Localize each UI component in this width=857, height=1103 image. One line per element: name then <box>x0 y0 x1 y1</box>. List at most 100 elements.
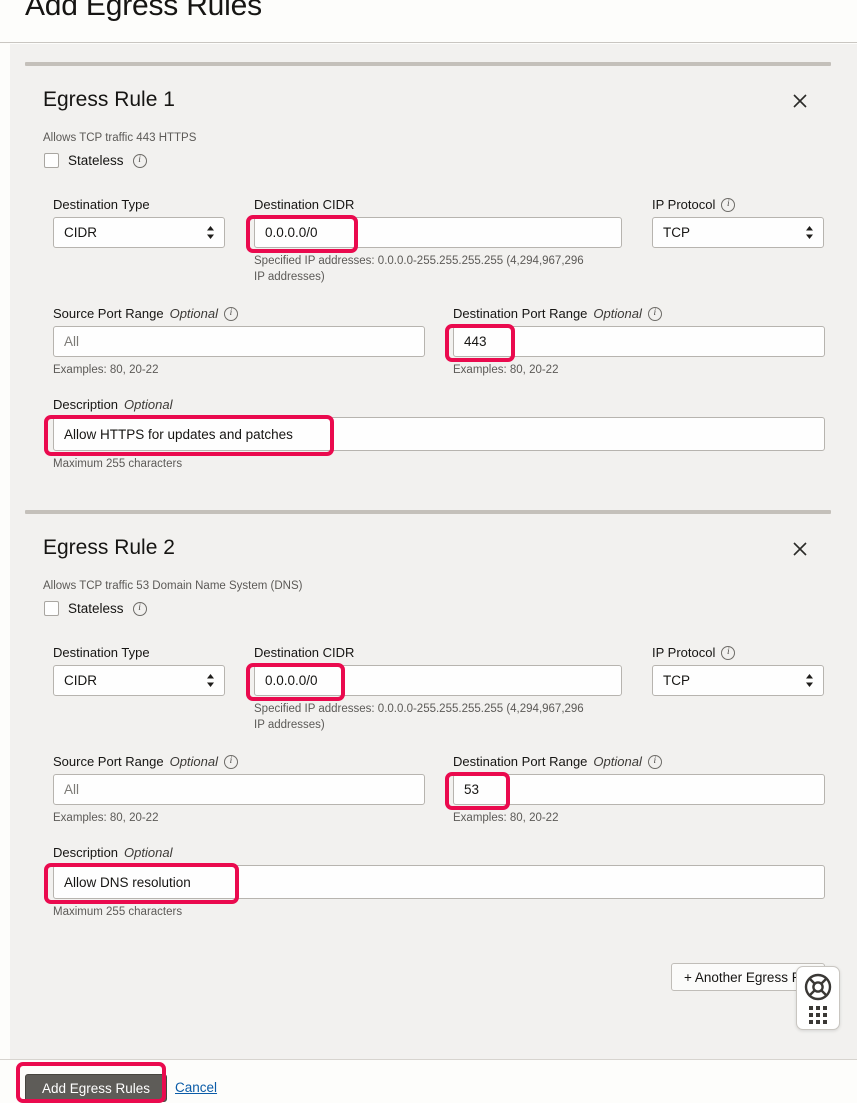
ip-protocol-info-icon-2[interactable]: i <box>721 645 736 660</box>
source-port-range-info-icon-1[interactable]: i <box>224 306 238 321</box>
stateless-checkbox-1[interactable] <box>44 153 59 168</box>
app-grid-icon <box>809 1005 827 1024</box>
destination-port-range-optional-2: Optional <box>593 754 642 769</box>
description-field-1: Description Optional Allow HTTPS for upd… <box>53 397 825 472</box>
add-egress-rules-label: Add Egress Rules <box>42 1080 151 1096</box>
destination-type-value-2: CIDR <box>64 673 97 688</box>
close-icon <box>793 542 807 556</box>
destination-port-range-input-1[interactable]: 443 <box>453 326 825 357</box>
stateless-checkbox-2[interactable] <box>44 601 59 616</box>
destination-port-range-value-2: 53 <box>464 782 480 797</box>
source-port-range-label-text-1: Source Port Range <box>53 306 164 321</box>
destination-type-select-1[interactable]: CIDR <box>53 217 225 248</box>
stateless-info-icon-2[interactable]: i <box>132 601 147 616</box>
cancel-link[interactable]: Cancel <box>175 1080 217 1095</box>
ip-protocol-label-1: IP Protocol i <box>652 197 824 212</box>
description-value-1: Allow HTTPS for updates and patches <box>64 426 293 442</box>
rule-title-2: Egress Rule 2 <box>43 536 175 559</box>
source-port-range-helper-2: Examples: 80, 20-22 <box>53 812 159 824</box>
rule-divider-1 <box>25 62 831 66</box>
destination-type-label-text-2: Destination Type <box>53 645 150 660</box>
lifebuoy-icon <box>804 973 832 1000</box>
destination-cidr-field-1: Destination CIDR 0.0.0.0/0 Specified IP … <box>254 197 622 286</box>
stateless-info-icon-1[interactable]: i <box>132 153 147 168</box>
destination-cidr-helper-1: Specified IP addresses: 0.0.0.0-255.255.… <box>254 255 584 284</box>
stateless-row-2: Stateless i <box>44 601 147 616</box>
destination-port-range-value-1: 443 <box>464 334 487 349</box>
destination-port-range-label-text-2: Destination Port Range <box>453 754 588 769</box>
ip-protocol-label-text-2: IP Protocol <box>652 645 716 660</box>
source-port-range-optional-1: Optional <box>169 306 218 321</box>
description-label-text-1: Description <box>53 397 119 412</box>
description-label-2: Description Optional <box>53 845 825 860</box>
destination-port-range-info-icon-2[interactable]: i <box>647 754 662 769</box>
ip-protocol-field-1: IP Protocol i TCP <box>652 197 824 248</box>
destination-cidr-helper-2: Specified IP addresses: 0.0.0.0-255.255.… <box>254 703 584 732</box>
destination-port-range-info-icon-1[interactable]: i <box>647 306 662 321</box>
description-optional-1: Optional <box>124 397 173 412</box>
description-input-2[interactable]: Allow DNS resolution <box>53 865 825 899</box>
ip-protocol-label-text-1: IP Protocol <box>652 197 716 212</box>
destination-type-label-2: Destination Type <box>53 645 225 660</box>
ip-protocol-info-icon-1[interactable]: i <box>721 197 736 212</box>
close-rule-1-button[interactable] <box>789 90 811 112</box>
destination-port-range-label-text-1: Destination Port Range <box>453 306 588 321</box>
source-port-range-label-1: Source Port Range Optional i <box>53 306 425 321</box>
source-port-range-optional-2: Optional <box>169 754 218 769</box>
ip-protocol-select-2[interactable]: TCP <box>652 665 824 696</box>
destination-port-range-input-2[interactable]: 53 <box>453 774 825 805</box>
destination-cidr-label-2: Destination CIDR <box>254 645 622 660</box>
source-port-range-input-2[interactable]: All <box>53 774 425 805</box>
stateless-label-2: Stateless <box>68 601 124 616</box>
destination-port-range-label-1: Destination Port Range Optional i <box>453 306 825 321</box>
ip-protocol-select-1[interactable]: TCP <box>652 217 824 248</box>
source-port-range-field-1: Source Port Range Optional i All Example… <box>53 306 425 378</box>
source-port-range-helper-1: Examples: 80, 20-22 <box>53 364 159 376</box>
destination-type-label-text-1: Destination Type <box>53 197 150 212</box>
rule-divider-2 <box>25 510 831 514</box>
rule-subtitle-2: Allows TCP traffic 53 Domain Name System… <box>43 580 303 592</box>
ip-protocol-value-2: TCP <box>663 673 690 688</box>
add-egress-rules-button[interactable]: Add Egress Rules <box>25 1074 168 1102</box>
destination-cidr-label-text-2: Destination CIDR <box>254 645 355 660</box>
close-rule-2-button[interactable] <box>789 538 811 560</box>
source-port-range-placeholder-1: All <box>64 334 80 349</box>
destination-type-select-2[interactable]: CIDR <box>53 665 225 696</box>
description-value-2: Allow DNS resolution <box>64 874 191 890</box>
description-input-1[interactable]: Allow HTTPS for updates and patches <box>53 417 825 451</box>
destination-port-range-helper-2: Examples: 80, 20-22 <box>453 812 559 824</box>
ip-protocol-label-2: IP Protocol i <box>652 645 824 660</box>
chevron-updown-icon <box>205 672 216 690</box>
page-title: Add Egress Rules <box>25 0 262 22</box>
form-footer: Add Egress Rules Cancel <box>0 1059 857 1103</box>
destination-cidr-field-2: Destination CIDR 0.0.0.0/0 Specified IP … <box>254 645 622 734</box>
source-port-range-label-text-2: Source Port Range <box>53 754 164 769</box>
source-port-range-field-2: Source Port Range Optional i All Example… <box>53 754 425 826</box>
rule-title-1: Egress Rule 1 <box>43 88 175 111</box>
destination-port-range-field-1: Destination Port Range Optional i 443 Ex… <box>453 306 825 378</box>
destination-cidr-input-2[interactable]: 0.0.0.0/0 <box>254 665 622 696</box>
destination-type-value-1: CIDR <box>64 225 97 240</box>
description-label-text-2: Description <box>53 845 119 860</box>
destination-cidr-value-1: 0.0.0.0/0 <box>265 225 318 240</box>
stateless-row-1: Stateless i <box>44 153 147 168</box>
destination-port-range-label-2: Destination Port Range Optional i <box>453 754 825 769</box>
destination-port-range-optional-1: Optional <box>593 306 642 321</box>
stateless-label-1: Stateless <box>68 153 124 168</box>
destination-cidr-input-1[interactable]: 0.0.0.0/0 <box>254 217 622 248</box>
page-root: Add Egress Rules Egress Rule 1 Allows TC… <box>0 0 857 1103</box>
close-icon <box>793 94 807 108</box>
source-port-range-info-icon-2[interactable]: i <box>224 754 238 769</box>
destination-type-label-1: Destination Type <box>53 197 225 212</box>
description-label-1: Description Optional <box>53 397 825 412</box>
chevron-updown-icon <box>804 672 815 690</box>
destination-type-field-2: Destination Type CIDR <box>53 645 225 696</box>
destination-type-field-1: Destination Type CIDR <box>53 197 225 248</box>
source-port-range-input-1[interactable]: All <box>53 326 425 357</box>
help-widget[interactable] <box>796 966 840 1030</box>
description-helper-1: Maximum 255 characters <box>53 458 183 470</box>
rules-panel: Egress Rule 1 Allows TCP traffic 443 HTT… <box>10 44 857 1059</box>
destination-cidr-label-1: Destination CIDR <box>254 197 622 212</box>
chevron-updown-icon <box>205 224 216 242</box>
source-port-range-label-2: Source Port Range Optional i <box>53 754 425 769</box>
